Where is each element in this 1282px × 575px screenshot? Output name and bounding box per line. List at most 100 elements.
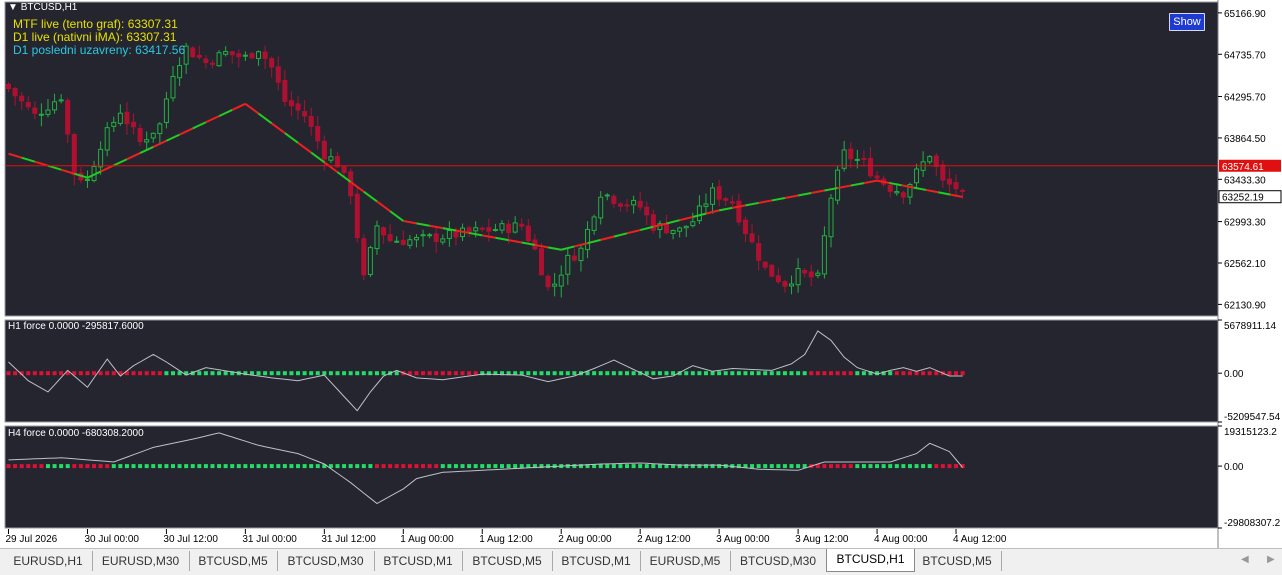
force-zero-dot — [381, 371, 386, 376]
candle-body — [38, 113, 44, 116]
force-zero-dot — [934, 371, 939, 376]
force-zero-dot — [39, 371, 44, 376]
force-zero-dot — [223, 371, 228, 376]
force-zero-dot — [901, 464, 906, 469]
force-zero-dot — [815, 371, 820, 376]
time-axis-label: 30 Jul 12:00 — [163, 534, 218, 545]
candle-body — [282, 79, 288, 102]
candle-body — [960, 189, 966, 192]
last-price-label: 63252.19 — [1222, 193, 1264, 204]
force-zero-dot — [138, 464, 143, 469]
chart-tab[interactable]: BTCUSD,M5 — [462, 551, 553, 571]
chart-tab[interactable]: BTCUSD,M5 — [189, 551, 278, 571]
force-zero-dot — [203, 464, 208, 469]
force-zero-dot — [493, 464, 498, 469]
force-zero-dot — [302, 371, 307, 376]
force-zero-dot — [835, 371, 840, 376]
force-zero-dot — [45, 371, 50, 376]
force-zero-dot — [217, 371, 222, 376]
candle-body — [854, 158, 860, 161]
force-zero-dot — [361, 464, 366, 469]
candle-body — [670, 230, 676, 235]
chart-tab[interactable]: BTCUSD,M5 — [913, 551, 1002, 571]
show-button[interactable]: Show — [1169, 13, 1205, 31]
candle-body — [486, 227, 492, 232]
force-zero-dot — [546, 371, 551, 376]
force-zero-dot — [486, 464, 491, 469]
price-axis-label: 63864.50 — [1224, 134, 1266, 145]
candle-body — [900, 192, 906, 198]
chart-canvas[interactable]: 63574.61 63252.19 65166.90 64735.70 64295.70… — [0, 0, 1282, 548]
force-zero-dot — [598, 371, 603, 376]
force-zero-dot — [131, 464, 136, 469]
price-axis-label: 62130.90 — [1224, 300, 1266, 311]
force-zero-dot — [223, 464, 228, 469]
chart-tab[interactable]: BTCUSD,H1 — [826, 549, 915, 572]
candle-body — [440, 238, 446, 243]
candle-body — [131, 121, 137, 128]
candle-body — [736, 200, 742, 223]
force-zero-dot — [157, 371, 162, 376]
candle-body — [302, 111, 308, 117]
force-zero-dot — [440, 464, 445, 469]
time-axis-label: 1 Aug 00:00 — [400, 534, 454, 545]
candle-body — [585, 228, 591, 251]
chart-tab[interactable]: BTCUSD,M30 — [730, 551, 827, 571]
force-zero-dot — [467, 371, 472, 376]
chart-tab[interactable]: EURUSD,M5 — [640, 551, 731, 571]
force-zero-dot — [105, 464, 110, 469]
force-zero-dot — [888, 371, 893, 376]
candle-body — [58, 99, 64, 102]
candle-body — [473, 227, 479, 232]
force-zero-dot — [85, 464, 90, 469]
force-zero-dot — [85, 371, 90, 376]
candle-body — [933, 155, 939, 168]
chart-tab[interactable]: EURUSD,H1 — [4, 551, 93, 571]
chart-tab[interactable]: BTCUSD,M1 — [552, 551, 641, 571]
force-zero-dot — [434, 464, 439, 469]
force-zero-dot — [690, 371, 695, 376]
candle-body — [861, 157, 867, 160]
chart-tab[interactable]: BTCUSD,M30 — [277, 551, 375, 571]
force-zero-dot — [427, 464, 432, 469]
force-zero-dot — [684, 371, 689, 376]
chart-menu-icon[interactable]: ▼ — [8, 2, 18, 13]
candle-body — [789, 283, 795, 287]
chart-window[interactable]: 63574.61 63252.19 65166.90 64735.70 64295.70… — [0, 0, 1282, 548]
time-axis-label: 4 Aug 00:00 — [874, 534, 928, 545]
indicator-axis-label: 5678911.14 — [1224, 321, 1277, 332]
tabs-scroll-right-icon[interactable]: ▶ — [1267, 554, 1275, 565]
candle-body — [867, 157, 873, 177]
force-zero-dot — [210, 464, 215, 469]
force-zero-dot — [789, 464, 794, 469]
candle-body — [769, 264, 775, 277]
force-zero-dot — [861, 464, 866, 469]
force-zero-dot — [697, 371, 702, 376]
time-axis-label: 2 Aug 12:00 — [637, 534, 691, 545]
time-axis-label: 3 Aug 12:00 — [795, 534, 849, 545]
force-zero-dot — [657, 371, 662, 376]
candle-body — [223, 50, 229, 55]
chart-tab[interactable]: EURUSD,M30 — [92, 551, 190, 571]
candle-body — [690, 221, 696, 227]
force-zero-dot — [407, 464, 412, 469]
candle-body — [236, 53, 242, 58]
candle-body — [591, 216, 597, 231]
candle-body — [124, 111, 130, 125]
candle-body — [644, 206, 650, 216]
candle-body — [815, 272, 821, 276]
chart-tab[interactable]: BTCUSD,M1 — [374, 551, 463, 571]
candle-body — [716, 186, 722, 200]
force-zero-dot — [822, 464, 827, 469]
tabs-scroll-left-icon[interactable]: ◀ — [1241, 554, 1249, 565]
force-zero-dot — [368, 371, 373, 376]
candle-body — [808, 271, 814, 278]
candle-body — [157, 123, 163, 135]
force-zero-dot — [282, 464, 287, 469]
pane-background-1 — [4, 319, 1219, 423]
force-zero-dot — [907, 371, 912, 376]
force-zero-dot — [453, 464, 458, 469]
candle-body — [512, 222, 518, 233]
pane-background-2 — [4, 425, 1219, 529]
candle-body — [756, 243, 762, 261]
